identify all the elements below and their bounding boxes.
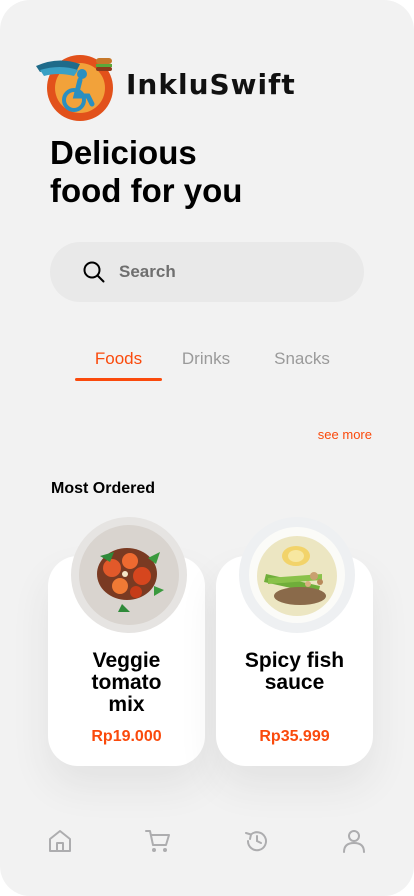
page-title-line-1: Delicious bbox=[50, 134, 197, 171]
food-name: Veggie tomato mix bbox=[91, 649, 162, 716]
food-price: Rp19.000 bbox=[91, 728, 162, 745]
profile-icon[interactable] bbox=[341, 828, 367, 854]
food-price: Rp35.999 bbox=[259, 728, 330, 745]
tab-snacks[interactable]: Snacks bbox=[265, 349, 339, 369]
brand-logo-icon bbox=[36, 52, 126, 122]
tab-foods[interactable]: Foods bbox=[75, 349, 162, 369]
category-tabs: Foods Drinks Snacks bbox=[0, 346, 414, 386]
search-placeholder: Search bbox=[119, 262, 176, 281]
search-input[interactable]: Search bbox=[50, 242, 364, 302]
page-title-line-2: food for you bbox=[50, 172, 243, 209]
section-title: Most Ordered bbox=[51, 480, 156, 497]
cart-icon[interactable] bbox=[145, 828, 171, 854]
home-icon[interactable] bbox=[47, 828, 73, 854]
tab-drinks[interactable]: Drinks bbox=[170, 349, 242, 369]
active-tab-indicator bbox=[75, 378, 162, 381]
fish-dish-image[interactable] bbox=[238, 516, 356, 634]
app-screen: InkluSwift Delicious food for you Search… bbox=[0, 0, 414, 896]
food-name: Spicy fish sauce bbox=[244, 649, 345, 694]
search-icon bbox=[83, 261, 105, 283]
page-title: Delicious food for you bbox=[50, 134, 370, 210]
bottom-navigation bbox=[0, 820, 414, 860]
brand-name: InkluSwift bbox=[126, 68, 296, 101]
veggie-dish-image[interactable] bbox=[70, 516, 188, 634]
see-more-link[interactable]: see more bbox=[318, 427, 372, 442]
history-icon[interactable] bbox=[243, 828, 269, 854]
